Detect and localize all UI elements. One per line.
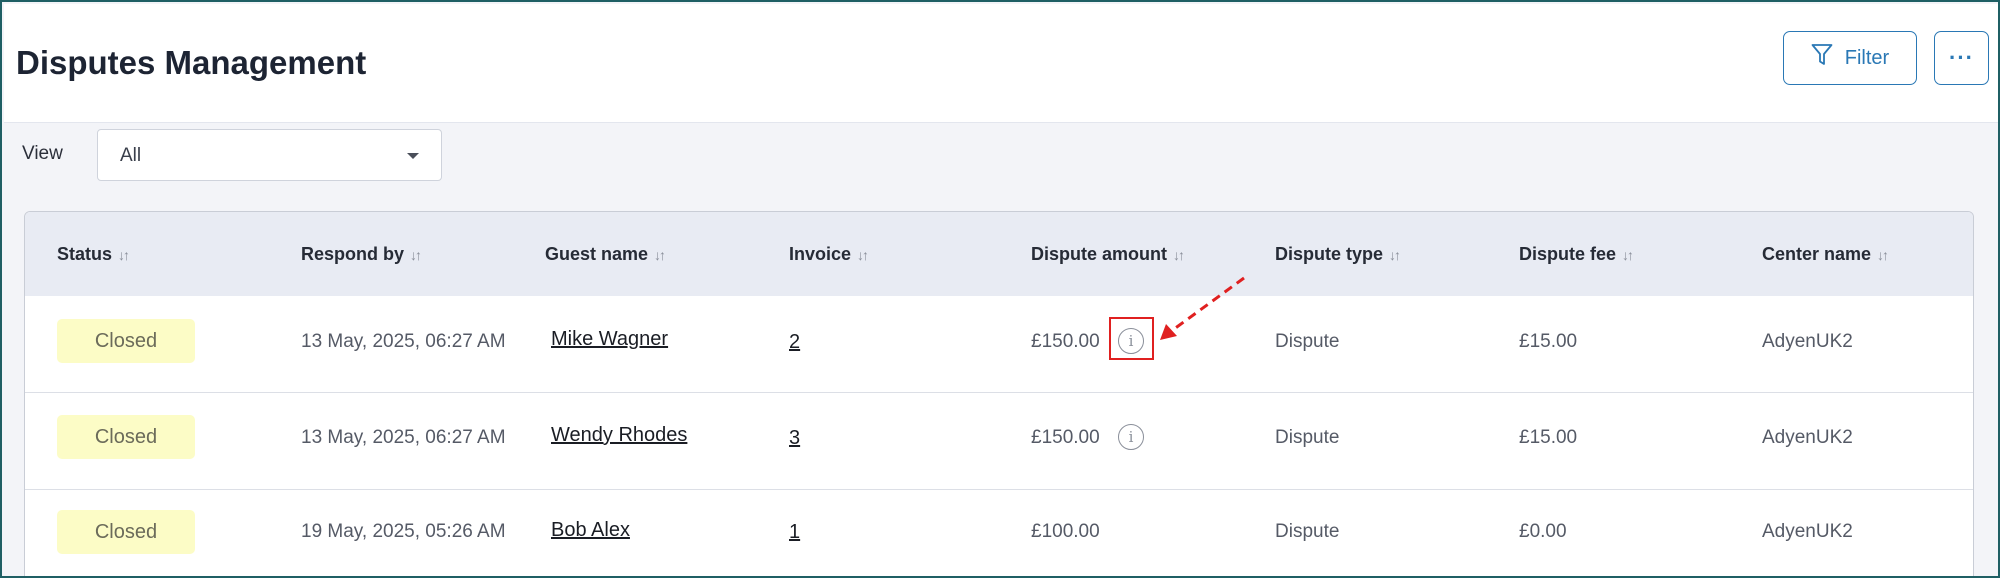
info-icon[interactable]: i: [1118, 424, 1144, 450]
sort-icon: ↓↑: [857, 247, 869, 263]
annotation-arrow-icon: [1160, 276, 1245, 340]
column-header-invoice[interactable]: Invoice ↓↑: [789, 244, 869, 265]
page-header: Disputes Management Filter ···: [4, 4, 1998, 123]
center-name-cell: AdyenUK2: [1762, 427, 1853, 448]
sort-icon: ↓↑: [1877, 247, 1889, 263]
column-header-dispute-amount[interactable]: Dispute amount ↓↑: [1031, 244, 1185, 265]
invoice-link[interactable]: 1: [789, 521, 800, 544]
column-header-dispute-fee[interactable]: Dispute fee ↓↑: [1519, 244, 1634, 265]
view-select-value: All: [120, 145, 142, 166]
view-label: View: [22, 143, 63, 164]
dispute-type-cell: Dispute: [1275, 521, 1340, 542]
annotation-highlight-box: [1109, 317, 1154, 360]
center-name-cell: AdyenUK2: [1762, 521, 1853, 542]
dispute-type-cell: Dispute: [1275, 427, 1340, 448]
sort-icon: ↓↑: [1173, 247, 1185, 263]
center-name-cell: AdyenUK2: [1762, 331, 1853, 352]
dispute-fee-cell: £15.00: [1519, 427, 1578, 448]
invoice-link[interactable]: 3: [789, 427, 800, 450]
column-header-respond-by[interactable]: Respond by ↓↑: [301, 244, 422, 265]
sort-icon: ↓↑: [118, 247, 130, 263]
sort-icon: ↓↑: [410, 247, 422, 263]
dispute-amount-cell: £150.00: [1031, 331, 1100, 352]
respond-by-cell: 13 May, 2025, 06:27 AM: [301, 331, 506, 352]
sort-icon: ↓↑: [654, 247, 666, 263]
filter-button-label: Filter: [1844, 46, 1890, 69]
chevron-down-icon: [407, 153, 419, 159]
table-row: Closed 19 May, 2025, 05:26 AM Bob Alex 1…: [25, 490, 1973, 576]
dispute-type-cell: Dispute: [1275, 331, 1340, 352]
respond-by-cell: 19 May, 2025, 05:26 AM: [301, 521, 506, 542]
dispute-fee-cell: £15.00: [1519, 331, 1578, 352]
disputes-table: Status ↓↑ Respond by ↓↑ Guest name ↓↑ Invoi…: [24, 211, 1974, 576]
app-frame: Disputes Management Filter ··· View All …: [0, 0, 2000, 578]
guest-name-link[interactable]: Bob Alex: [551, 519, 630, 542]
table-row: Closed 13 May, 2025, 06:27 AM Wendy Rhod…: [25, 393, 1973, 490]
more-options-button[interactable]: ···: [1934, 31, 1989, 85]
status-badge: Closed: [57, 319, 195, 363]
table-header: Status ↓↑ Respond by ↓↑ Guest name ↓↑ Invoi…: [25, 212, 1973, 297]
column-header-status[interactable]: Status ↓↑: [57, 244, 130, 265]
sort-icon: ↓↑: [1622, 247, 1634, 263]
dispute-fee-cell: £0.00: [1519, 521, 1567, 542]
filter-button[interactable]: Filter: [1783, 31, 1917, 85]
guest-name-link[interactable]: Wendy Rhodes: [551, 424, 687, 447]
column-header-center-name[interactable]: Center name ↓↑: [1762, 244, 1889, 265]
dispute-amount-cell: £100.00: [1031, 521, 1100, 542]
table-row: Closed 13 May, 2025, 06:27 AM Mike Wagne…: [25, 296, 1973, 393]
respond-by-cell: 13 May, 2025, 06:27 AM: [301, 427, 506, 448]
view-select[interactable]: All: [97, 129, 442, 181]
guest-name-link[interactable]: Mike Wagner: [551, 328, 668, 351]
status-badge: Closed: [57, 415, 195, 459]
status-badge: Closed: [57, 510, 195, 554]
more-icon: ···: [1949, 45, 1974, 70]
column-header-guest-name[interactable]: Guest name ↓↑: [545, 244, 666, 265]
sort-icon: ↓↑: [1389, 247, 1401, 263]
column-header-dispute-type[interactable]: Dispute type ↓↑: [1275, 244, 1401, 265]
invoice-link[interactable]: 2: [789, 331, 800, 354]
page-title: Disputes Management: [16, 44, 367, 81]
funnel-icon: [1811, 43, 1833, 73]
dispute-amount-cell: £150.00: [1031, 427, 1100, 448]
